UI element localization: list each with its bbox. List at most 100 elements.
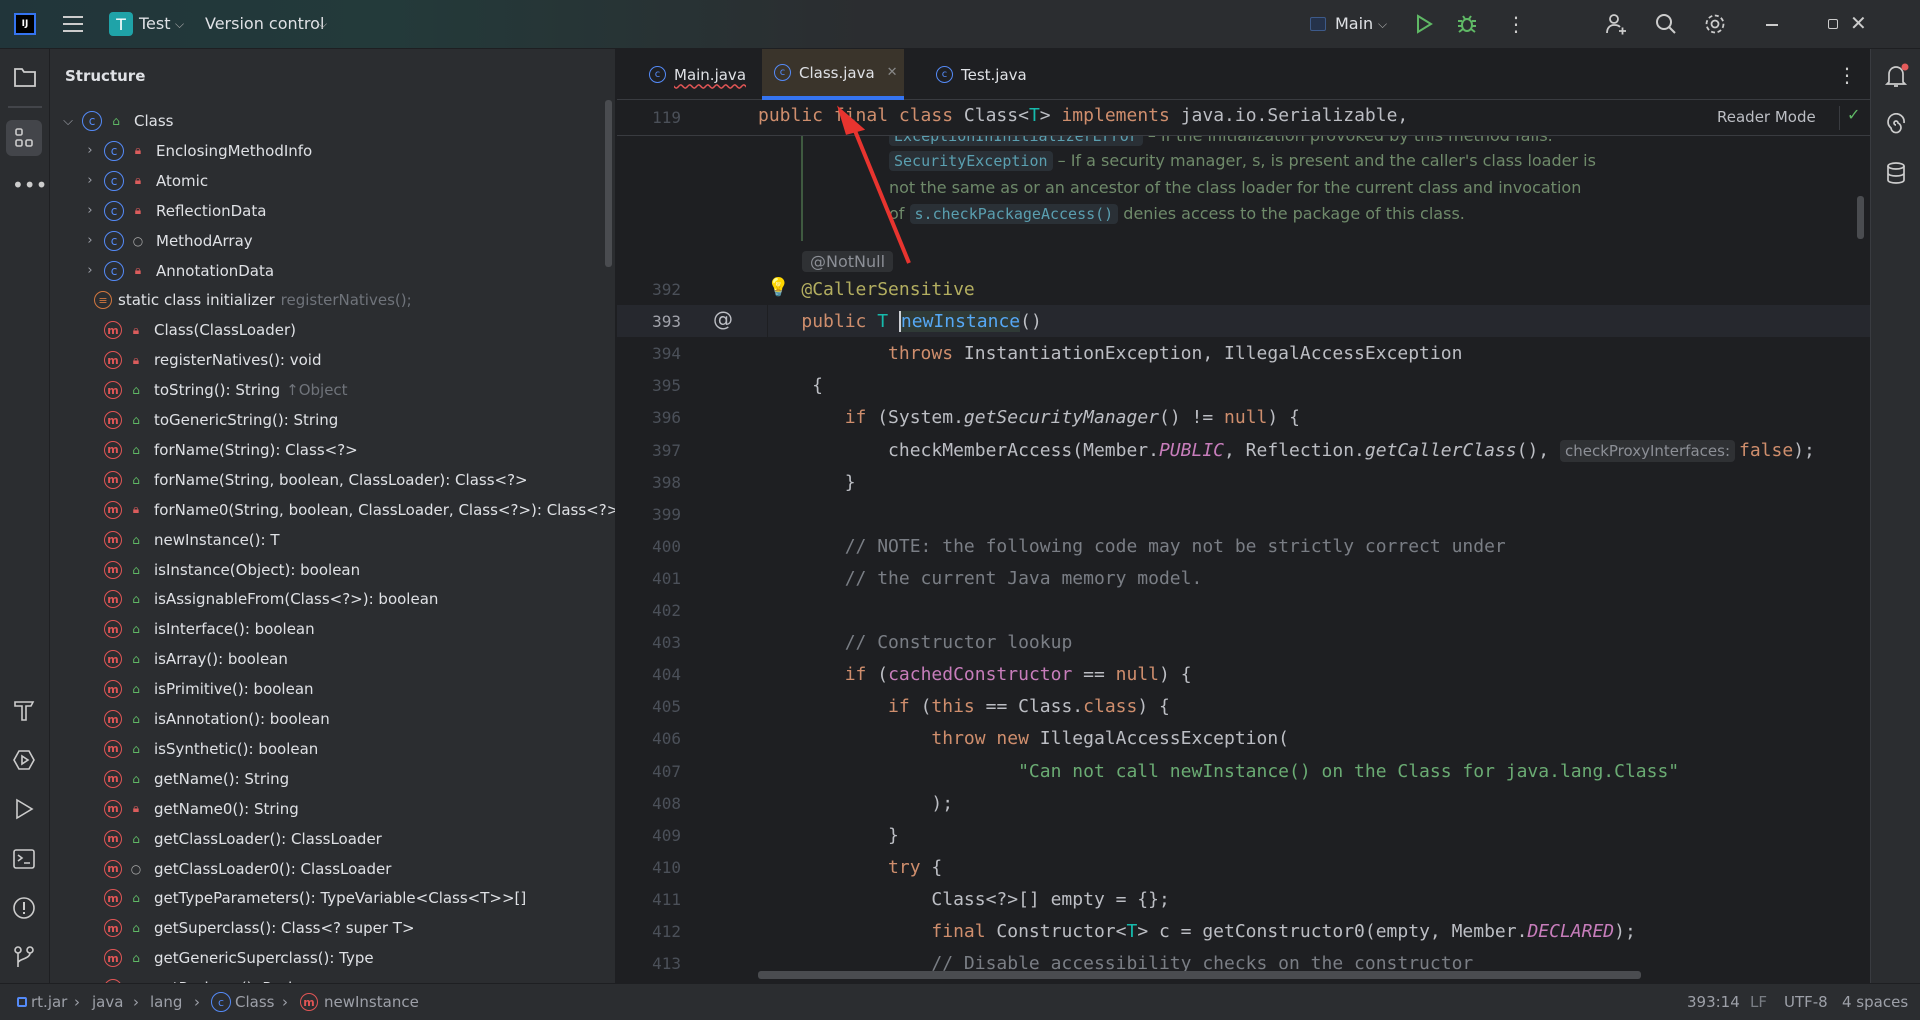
inspection-ok-check-icon[interactable]: ✓ bbox=[1847, 105, 1860, 124]
structure-item[interactable]: m 🔒︎ forName0(String, boolean, ClassLoader… bbox=[104, 495, 615, 525]
code-line[interactable]: 395 { bbox=[617, 370, 1870, 402]
structure-item[interactable]: m ⌂ isAssignableFrom(Class<?>): boolean bbox=[104, 584, 438, 614]
code-line[interactable]: 412 final Constructor<T> c = getConstruc… bbox=[617, 916, 1870, 948]
editor-horizontal-scrollbar[interactable] bbox=[758, 971, 1641, 979]
structure-item[interactable]: › c ○ MethodArray bbox=[82, 226, 253, 256]
run-config-selector[interactable]: Main bbox=[1335, 14, 1373, 33]
breadcrumb-rt-jar[interactable]: rt.jar bbox=[31, 993, 67, 1011]
run-icon[interactable] bbox=[1414, 14, 1434, 34]
chevron-right-icon[interactable]: › bbox=[82, 203, 98, 218]
structure-tool-icon[interactable] bbox=[6, 120, 42, 156]
structure-item[interactable]: m ⌂ isInterface(): boolean bbox=[104, 614, 315, 644]
structure-item[interactable]: m ⌂ isArray(): boolean bbox=[104, 644, 288, 674]
structure-item[interactable]: m ⌂ newInstance(): T bbox=[104, 525, 280, 555]
run-config-icon[interactable] bbox=[1310, 17, 1326, 31]
project-chevron-down-icon[interactable]: ⌵ bbox=[175, 17, 184, 32]
chevron-right-icon[interactable]: › bbox=[82, 233, 98, 248]
breadcrumb-class[interactable]: Class bbox=[235, 993, 274, 1011]
debug-icon[interactable] bbox=[1456, 13, 1478, 35]
code-line[interactable]: 399 bbox=[617, 499, 1870, 531]
code-line[interactable]: 409 } bbox=[617, 820, 1870, 852]
structure-item[interactable]: m ⌂ toGenericString(): String bbox=[104, 405, 338, 435]
reader-mode-button[interactable]: Reader Mode bbox=[1717, 108, 1816, 126]
run-config-chevron-down-icon[interactable]: ⌵ bbox=[1378, 17, 1387, 32]
project-folder-icon[interactable] bbox=[13, 66, 37, 88]
chevron-right-icon[interactable]: › bbox=[82, 263, 98, 278]
structure-item[interactable]: m ⌂ forName(String): Class<?> bbox=[104, 435, 358, 465]
restore-window-button[interactable] bbox=[1828, 19, 1838, 29]
editor-vertical-scrollbar[interactable] bbox=[1857, 196, 1864, 239]
structure-item[interactable]: m ⌂ forName(String, boolean, ClassLoader):… bbox=[104, 465, 528, 495]
search-icon[interactable] bbox=[1654, 12, 1678, 36]
project-badge[interactable]: T bbox=[109, 12, 133, 36]
code-line[interactable]: 406 throw new IllegalAccessException( bbox=[617, 723, 1870, 755]
structure-item[interactable]: m⌂getPackage(): Package bbox=[104, 973, 325, 983]
structure-item[interactable]: m ⌂ getTypeParameters(): TypeVariable<Clas… bbox=[104, 883, 526, 913]
structure-item[interactable]: m ⌂ getName(): String bbox=[104, 764, 289, 794]
breadcrumb-java[interactable]: java bbox=[92, 993, 123, 1011]
code-line[interactable]: 401 // the current Java memory model. bbox=[617, 563, 1870, 595]
ai-assistant-spiral-icon[interactable] bbox=[1884, 113, 1908, 137]
structure-item[interactable]: m 🔒︎ registerNatives(): void bbox=[104, 345, 322, 375]
close-window-button[interactable]: ✕ bbox=[1850, 11, 1867, 35]
breadcrumb-lang[interactable]: lang bbox=[150, 993, 182, 1011]
structure-item[interactable]: m ⌂ getClassLoader(): ClassLoader bbox=[104, 824, 382, 854]
file-encoding[interactable]: UTF-8 bbox=[1784, 993, 1828, 1011]
structure-item[interactable]: m 🔒︎ getName0(): String bbox=[104, 794, 299, 824]
add-user-icon[interactable] bbox=[1604, 12, 1628, 36]
structure-item[interactable]: m ⌂ getSuperclass(): Class<? super T> bbox=[104, 913, 415, 943]
git-branch-icon[interactable] bbox=[12, 945, 36, 969]
structure-item[interactable]: m ⌂ isAnnotation(): boolean bbox=[104, 704, 330, 734]
structure-item[interactable]: › c 🔒︎ EnclosingMethodInfo bbox=[82, 136, 312, 166]
code-line[interactable]: 407 "Can not call newInstance() on the C… bbox=[617, 756, 1870, 788]
more-actions-icon[interactable]: ⋮ bbox=[1506, 14, 1526, 34]
line-ending[interactable]: LF bbox=[1750, 993, 1767, 1011]
more-tools-icon[interactable]: ••• bbox=[12, 173, 47, 197]
structure-item[interactable]: m ⌂ isInstance(Object): boolean bbox=[104, 555, 360, 585]
structure-item[interactable]: m ⌂ isPrimitive(): boolean bbox=[104, 674, 314, 704]
code-line[interactable]: 411 Class<?>[] empty = {}; bbox=[617, 884, 1870, 916]
structure-item[interactable]: › c 🔒︎ ReflectionData bbox=[82, 196, 266, 226]
terminal-icon[interactable] bbox=[12, 847, 36, 871]
code-line[interactable]: 404 if (cachedConstructor == null) { bbox=[617, 659, 1870, 691]
problems-icon[interactable] bbox=[12, 896, 36, 920]
project-name[interactable]: Test bbox=[139, 14, 171, 33]
version-control-menu[interactable]: Version control bbox=[205, 14, 324, 33]
code-line[interactable]: 408 ); bbox=[617, 788, 1870, 820]
structure-scrollbar[interactable] bbox=[605, 100, 612, 267]
code-line[interactable]: 405 if (this == Class.class) { bbox=[617, 691, 1870, 723]
structure-item[interactable]: m ○ getClassLoader0(): ClassLoader bbox=[104, 854, 391, 884]
code-line[interactable]: 400 // NOTE: the following code may not … bbox=[617, 531, 1870, 563]
chevron-down-icon[interactable]: ⌵ bbox=[60, 114, 76, 129]
code-line[interactable]: 402 bbox=[617, 595, 1870, 627]
code-area[interactable]: 392 @CallerSensitive 393 public T newInst… bbox=[617, 273, 1870, 983]
notifications-bell-icon[interactable] bbox=[1884, 63, 1910, 89]
structure-item[interactable]: ⌵ c ⌂ Class bbox=[60, 106, 173, 136]
code-line[interactable]: 410 try { bbox=[617, 852, 1870, 884]
intellij-logo[interactable]: IJ bbox=[14, 13, 36, 35]
minimize-window-button[interactable] bbox=[1766, 24, 1778, 26]
code-line[interactable]: 398 } bbox=[617, 467, 1870, 499]
structure-item[interactable]: ≡ static class initializer registerNatives… bbox=[94, 285, 412, 315]
database-icon[interactable] bbox=[1884, 161, 1908, 185]
indent-setting[interactable]: 4 spaces bbox=[1842, 993, 1908, 1011]
run-tool-icon[interactable] bbox=[12, 797, 36, 821]
structure-item[interactable]: › c 🔒︎ AnnotationData bbox=[82, 256, 274, 286]
breadcrumb-newinstance[interactable]: newInstance bbox=[324, 993, 419, 1011]
structure-item[interactable]: › c 🔒︎ Atomic bbox=[82, 166, 208, 196]
main-menu-icon[interactable] bbox=[63, 16, 83, 32]
tab-bar-more-icon[interactable]: ⋮ bbox=[1837, 63, 1857, 87]
chevron-right-icon[interactable]: › bbox=[82, 143, 98, 158]
caret-position[interactable]: 393:14 bbox=[1687, 993, 1740, 1011]
chevron-right-icon[interactable]: › bbox=[82, 173, 98, 188]
vcs-chevron-down-icon[interactable]: ⌵ bbox=[318, 17, 327, 32]
code-line[interactable]: 396 if (System.getSecurityManager() != n… bbox=[617, 402, 1870, 434]
code-line[interactable]: 403 // Constructor lookup bbox=[617, 627, 1870, 659]
structure-item[interactable]: m 🔒︎ Class(ClassLoader) bbox=[104, 315, 296, 345]
build-hammer-icon[interactable] bbox=[12, 699, 36, 723]
structure-item[interactable]: m ⌂ isSynthetic(): boolean bbox=[104, 734, 318, 764]
structure-item[interactable]: m ⌂ getGenericSuperclass(): Type bbox=[104, 943, 374, 973]
services-icon[interactable] bbox=[12, 748, 36, 772]
code-line[interactable]: 397 checkMemberAccess(Member.PUBLIC, Ref… bbox=[617, 435, 1870, 467]
settings-gear-icon[interactable] bbox=[1703, 12, 1727, 36]
